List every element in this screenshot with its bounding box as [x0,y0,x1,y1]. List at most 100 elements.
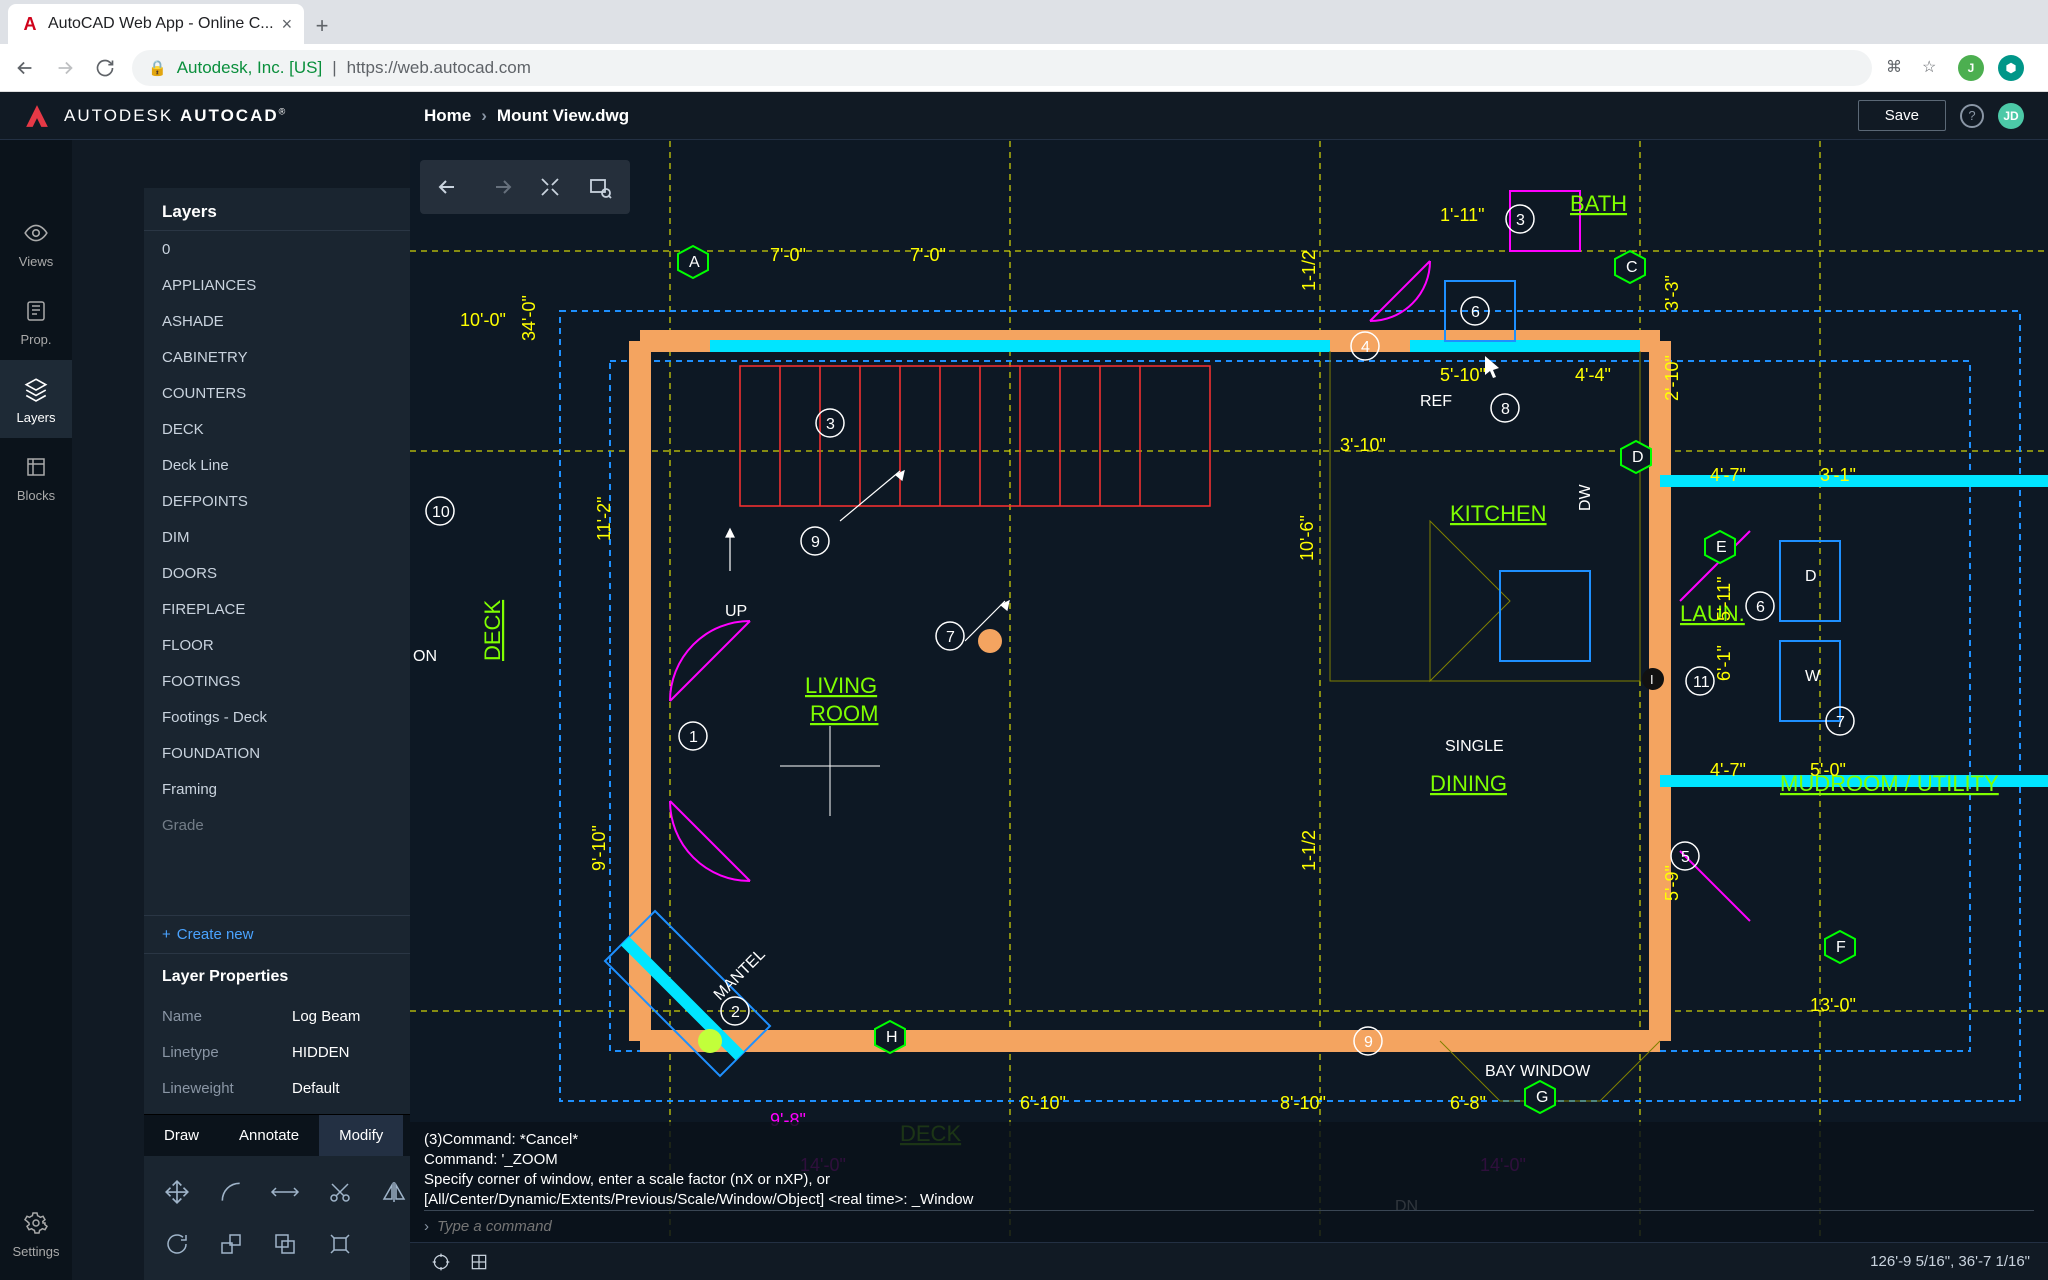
layer-name: Framing [162,781,217,798]
rail-item-layers[interactable]: Layers [0,360,72,438]
layer-name: FLOOR [162,637,214,654]
key-icon[interactable]: ⌘ [1886,57,1908,79]
forward-icon[interactable] [52,55,78,81]
svg-text:BAY WINDOW: BAY WINDOW [1485,1063,1591,1080]
layer-name: DECK [162,421,204,438]
coordinates-readout: 126'-9 5/16", 36'-7 1/16" [1870,1253,2030,1270]
save-button[interactable]: Save [1858,100,1946,131]
browser-chrome: A AutoCAD Web App - Online C... × + 🔒 Au… [0,0,2048,92]
svg-text:6: 6 [1471,304,1480,321]
svg-text:DW: DW [1577,483,1594,511]
scale-tool-icon[interactable] [208,1222,254,1266]
reload-icon[interactable] [92,55,118,81]
svg-text:2'-10": 2'-10" [1662,355,1682,401]
chevron-right-icon: › [424,1218,429,1235]
star-icon[interactable]: ☆ [1922,57,1944,79]
url-separator: | [332,58,336,78]
move-tool-icon[interactable] [154,1170,200,1214]
svg-text:8: 8 [1501,401,1510,418]
svg-text:6'-8": 6'-8" [1450,1093,1486,1113]
svg-text:1-1/2: 1-1/2 [1299,250,1319,291]
back-icon[interactable] [12,55,38,81]
svg-text:1'-11": 1'-11" [1440,205,1485,225]
url-host-label: Autodesk, Inc. [US] [177,58,323,78]
undo-icon[interactable] [428,165,472,209]
lock-icon: 🔒 [148,59,167,77]
brand-text: AUTODESK AUTOCAD® [64,106,287,126]
svg-text:D: D [1632,449,1644,466]
svg-text:11: 11 [1693,674,1710,691]
chevron-right-icon: › [481,106,487,126]
tab-close-icon[interactable]: × [282,14,293,35]
url-field[interactable]: 🔒 Autodesk, Inc. [US] | https://web.auto… [132,50,1872,86]
user-avatar[interactable]: JD [1998,103,2024,129]
arc-tool-icon[interactable] [208,1170,254,1214]
svg-text:6'-10": 6'-10" [1020,1093,1066,1113]
svg-text:1-1/2: 1-1/2 [1299,830,1319,871]
new-tab-button[interactable]: + [304,8,340,44]
svg-text:C: C [1626,259,1638,276]
svg-text:A: A [689,254,700,271]
zoom-extents-icon[interactable] [528,165,572,209]
gear-icon [21,1208,51,1238]
profile-avatar[interactable]: J [1958,55,1984,81]
svg-text:E: E [1716,539,1727,556]
offset-tool-icon[interactable] [262,1222,308,1266]
svg-text:11'-2": 11'-2" [594,496,614,541]
canvas-toolbar [420,160,630,214]
layer-name: COUNTERS [162,385,246,402]
breadcrumb-home[interactable]: Home [424,106,471,126]
target-icon[interactable] [428,1249,454,1275]
tab-modify[interactable]: Modify [319,1115,403,1156]
rail-item-views[interactable]: Views [0,204,72,282]
svg-text:5'-10": 5'-10" [1440,365,1486,385]
svg-text:3'-10": 3'-10" [1340,435,1386,455]
tab-title: AutoCAD Web App - Online C... [48,15,274,33]
tab-annotate[interactable]: Annotate [219,1115,319,1156]
svg-text:3'-1": 3'-1" [1820,465,1856,485]
grid-snap-icon[interactable] [466,1249,492,1275]
svg-text:4'-7": 4'-7" [1710,465,1746,485]
svg-text:SINGLE: SINGLE [1445,738,1504,755]
redo-icon[interactable] [478,165,522,209]
svg-text:ON: ON [413,648,437,665]
svg-text:4'-7": 4'-7" [1710,760,1746,780]
dimension-tool-icon[interactable] [262,1170,308,1214]
tab-draw[interactable]: Draw [144,1115,219,1156]
status-bar: 126'-9 5/16", 36'-7 1/16" [410,1242,2048,1280]
rotate-tool-icon[interactable] [154,1222,200,1266]
layer-name: Grade [162,817,204,834]
svg-text:DINING: DINING [1430,771,1507,796]
explode-tool-icon[interactable] [317,1222,363,1266]
layer-name: Deck Line [162,457,229,474]
zoom-window-icon[interactable] [578,165,622,209]
svg-text:4'-4": 4'-4" [1575,365,1611,385]
svg-text:5'-0": 5'-0" [1810,760,1846,780]
command-input-row[interactable]: › [424,1210,2034,1242]
rail-item-properties[interactable]: Prop. [0,282,72,360]
svg-text:G: G [1536,1089,1548,1106]
svg-text:9: 9 [811,534,820,551]
views-icon [21,218,51,248]
drawing-canvas[interactable]: LIVING ROOM LIVING ROOM DINING KITCHEN B… [410,140,2048,1242]
svg-text:3'-3": 3'-3" [1662,275,1682,311]
svg-text:5'-11": 5'-11" [1714,576,1734,621]
svg-text:6'-1": 6'-1" [1714,645,1734,681]
svg-text:LAUN.: LAUN. [1680,601,1745,626]
svg-text:D: D [1805,568,1817,585]
trim-tool-icon[interactable] [317,1170,363,1214]
svg-text:7: 7 [1836,714,1845,731]
svg-text:H: H [886,1029,898,1046]
brand: AUTODESK AUTOCAD® [24,102,424,130]
command-input[interactable] [437,1218,2034,1235]
breadcrumb-file[interactable]: Mount View.dwg [497,106,629,126]
nav-rail: Views Prop. Layers Blocks Settings [0,140,72,1280]
help-icon[interactable]: ? [1960,104,1984,128]
rail-item-blocks[interactable]: Blocks [0,438,72,516]
rail-item-settings[interactable]: Settings [0,1194,72,1272]
svg-text:4: 4 [1361,339,1370,356]
browser-tab[interactable]: A AutoCAD Web App - Online C... × [8,4,304,44]
svg-text:REF: REF [1420,393,1452,410]
layer-name: APPLIANCES [162,277,256,294]
extension-icon[interactable]: ⬢ [1998,55,2024,81]
